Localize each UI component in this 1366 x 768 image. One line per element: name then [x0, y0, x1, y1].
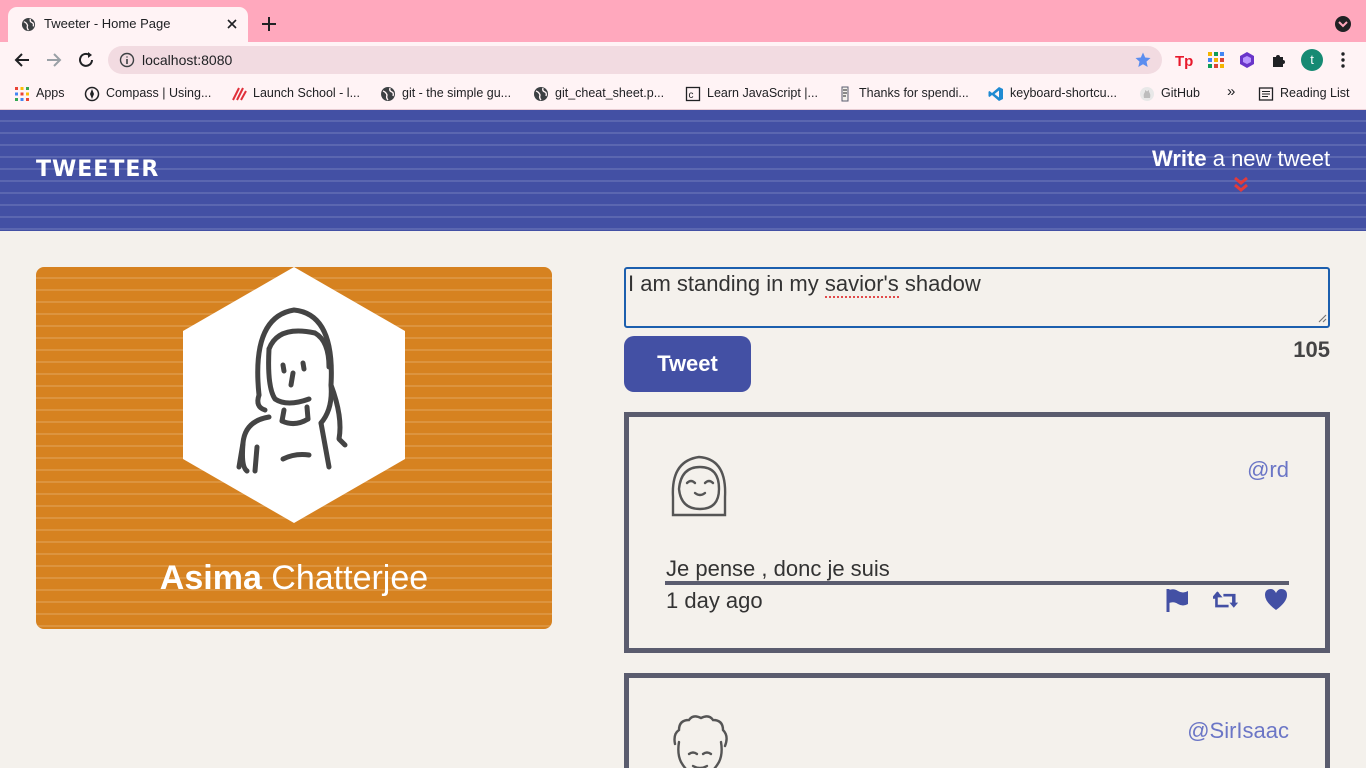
new-tab-icon[interactable]	[260, 15, 278, 33]
browser-tab-strip: Tweeter - Home Page	[0, 0, 1366, 42]
globe-icon	[21, 17, 36, 32]
site-header: TWEETER Write a new tweet	[0, 110, 1366, 231]
profile-last-name: Chatterjee	[261, 559, 429, 597]
launch-school-icon	[232, 87, 247, 101]
tab-search-icon[interactable]	[1334, 15, 1352, 33]
bookmark-label: Compass | Using...	[106, 86, 212, 100]
tab-title: Tweeter - Home Page	[44, 16, 171, 31]
cube-extension-icon[interactable]	[1238, 51, 1256, 69]
apps-grid-icon	[15, 87, 29, 101]
reload-icon[interactable]	[76, 50, 96, 70]
tweet-input-text-start: I am standing in my	[628, 271, 825, 296]
more-menu-icon[interactable]	[1334, 51, 1352, 69]
globe-icon	[381, 87, 395, 101]
user-avatar	[673, 715, 728, 768]
bookmark-star-icon[interactable]	[1134, 51, 1152, 69]
url-text: localhost:8080	[142, 52, 233, 68]
bookmarks-bar: Apps Compass | Using... Launch School - …	[0, 78, 1366, 110]
bookmark-label: GitHub	[1161, 86, 1200, 100]
character-counter: 105	[1293, 337, 1330, 362]
misspelled-word: savior's	[824, 271, 899, 296]
reading-list-icon	[1258, 87, 1274, 101]
bookmark-label: Thanks for spendi...	[859, 86, 969, 100]
bookmark-label: Learn JavaScript |...	[707, 86, 818, 100]
tweet-handle[interactable]: @SirIsaac	[1187, 718, 1289, 744]
profile-avatar-image	[183, 267, 405, 523]
codecademy-icon: c	[685, 86, 701, 102]
bookmarks-overflow-button[interactable]: »	[1227, 83, 1235, 101]
forward-arrow-icon[interactable]	[44, 50, 64, 70]
tweet-submit-button[interactable]: Tweet	[624, 336, 751, 392]
compose-link-bold: Write	[1152, 146, 1207, 171]
tweet-text: Je pense , donc je suis	[666, 556, 890, 581]
double-chevron-down-icon[interactable]	[1232, 176, 1250, 194]
svg-text:Tp: Tp	[1175, 53, 1193, 69]
new-tweet-textarea[interactable]: I am standing in my savior's shadow	[624, 267, 1330, 328]
back-arrow-icon[interactable]	[12, 50, 32, 70]
bookmark-label: git_cheat_sheet.p...	[555, 86, 665, 100]
brand-logo[interactable]: TWEETER	[36, 157, 159, 182]
user-avatar	[671, 455, 727, 517]
bookmark-label: Apps	[36, 86, 65, 100]
profile-first-name: Asima	[159, 559, 262, 597]
grid-extension-icon[interactable]	[1207, 51, 1225, 69]
page-icon	[841, 86, 849, 102]
tweet-timestamp: 1 day ago	[666, 588, 763, 613]
tweet-card: @rd Je pense , donc je suis 1 day ago	[624, 412, 1330, 653]
close-icon[interactable]	[224, 16, 240, 32]
tweet-card: @SirIsaac	[624, 673, 1330, 768]
bookmark-label: keyboard-shortcu...	[1010, 86, 1117, 100]
heart-icon[interactable]	[1263, 587, 1289, 613]
bookmark-label: git - the simple gu...	[402, 86, 512, 100]
browser-toolbar: localhost:8080 Tp t	[0, 42, 1366, 78]
compose-link-rest: a new tweet	[1206, 146, 1331, 171]
bookmark-label: Launch School - l...	[253, 86, 361, 100]
globe-icon	[534, 87, 548, 101]
address-bar[interactable]: localhost:8080	[108, 46, 1162, 74]
profile-name: Asima Chatterjee	[36, 559, 552, 598]
write-new-tweet-link[interactable]: Write a new tweet	[1152, 146, 1330, 172]
info-icon[interactable]	[119, 52, 135, 68]
flag-icon[interactable]	[1164, 587, 1190, 613]
browser-tab[interactable]: Tweeter - Home Page	[8, 7, 248, 42]
tp-extension-icon[interactable]: Tp	[1175, 51, 1193, 69]
resize-handle-icon[interactable]	[1317, 313, 1327, 323]
svg-text:c: c	[689, 90, 694, 101]
tweet-input-text-end: shadow	[898, 271, 981, 296]
bookmark-label: Reading List	[1280, 86, 1350, 100]
compass-icon	[84, 86, 100, 102]
vscode-icon	[988, 87, 1003, 101]
profile-avatar[interactable]: t	[1301, 49, 1323, 71]
github-icon	[1140, 87, 1154, 101]
tweet-divider	[665, 581, 1289, 585]
tweet-handle[interactable]: @rd	[1247, 457, 1289, 483]
puzzle-extensions-icon[interactable]	[1270, 51, 1288, 69]
profile-card: Asima Chatterjee	[36, 267, 552, 629]
retweet-icon[interactable]	[1213, 587, 1239, 613]
